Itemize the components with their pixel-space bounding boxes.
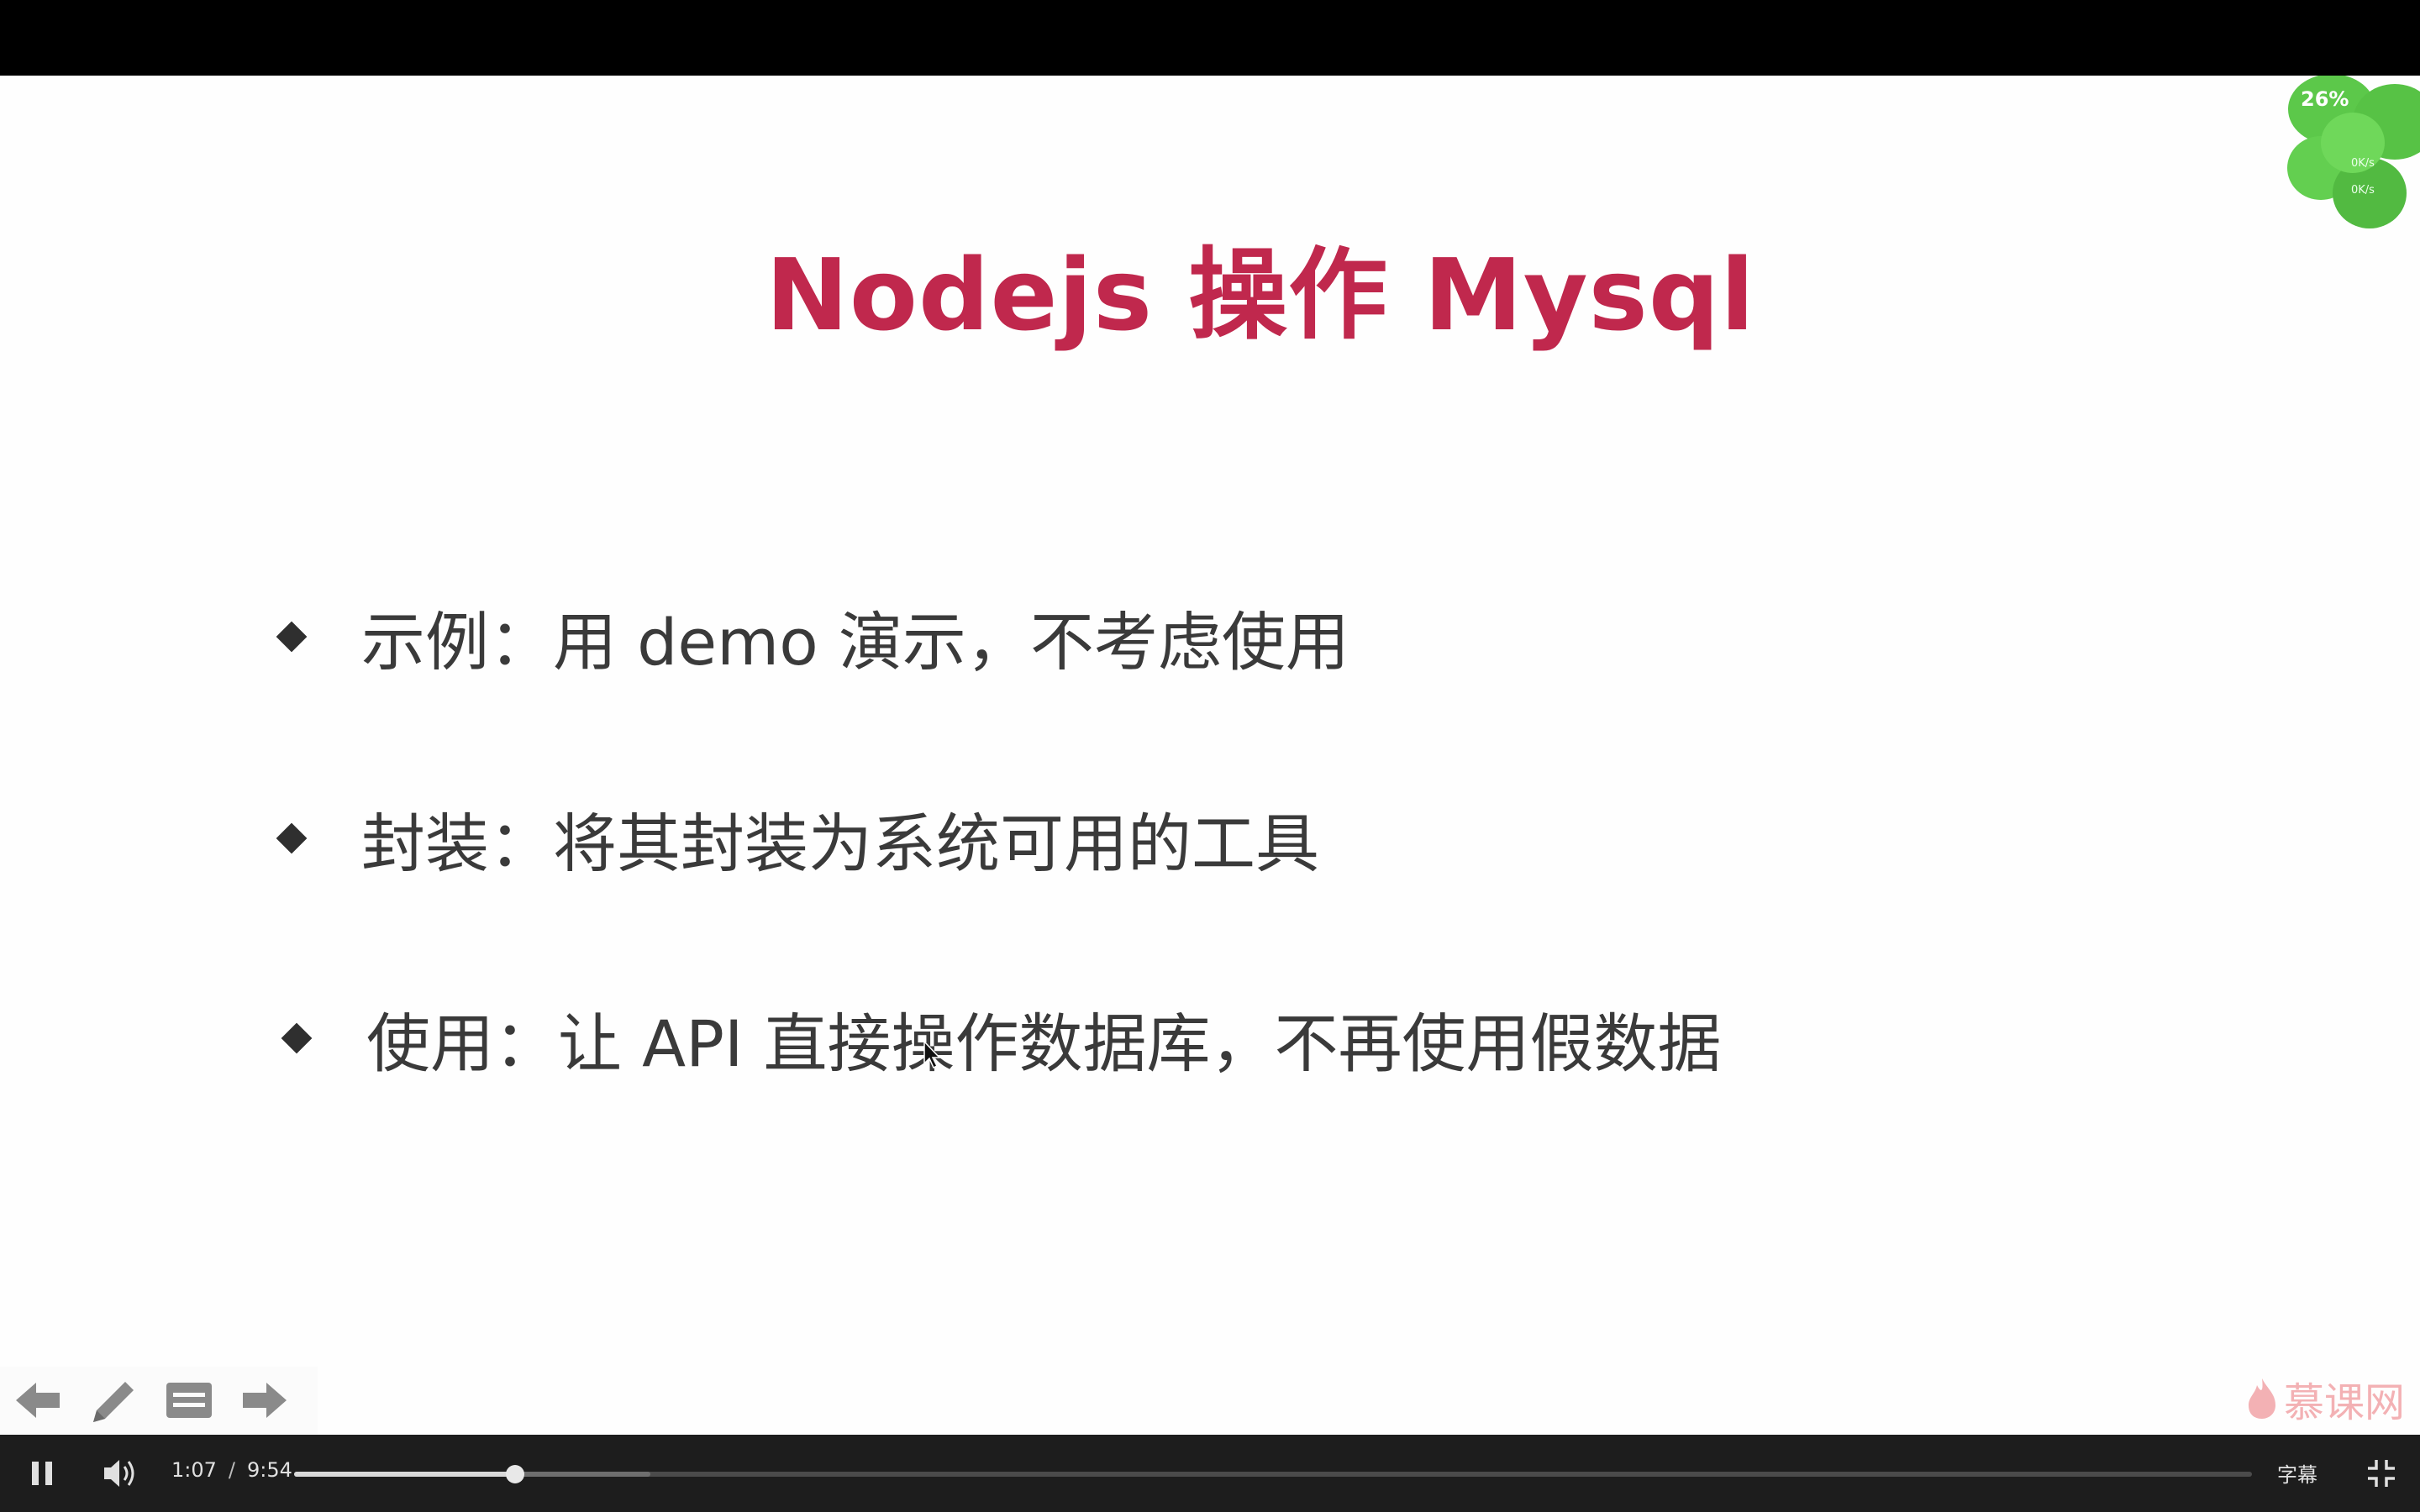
watermark-text: 慕课网 <box>2283 1379 2405 1426</box>
next-slide-button[interactable] <box>227 1367 302 1434</box>
volume-button[interactable] <box>99 1453 141 1494</box>
bullet-text-2: 封装：将其封装为系统可用的工具 <box>361 806 1319 881</box>
video-player-controls: 1:07 / 9:54 字幕 <box>0 1435 2420 1512</box>
widget-up-speed: 0K/s <box>2351 157 2375 170</box>
played-bar <box>294 1472 516 1477</box>
progress-bar[interactable] <box>294 1465 2252 1483</box>
progress-handle[interactable] <box>506 1465 525 1483</box>
exit-fullscreen-icon <box>2368 1460 2395 1487</box>
arrow-left-icon <box>16 1383 60 1418</box>
arrow-right-icon <box>243 1383 287 1418</box>
speaker-icon <box>104 1460 134 1487</box>
network-speed-widget[interactable]: 26% 0K/s 0K/s <box>2252 76 2420 244</box>
pause-icon <box>32 1462 39 1485</box>
flame-logo-icon <box>2248 1378 2275 1419</box>
time-display: 1:07 / 9:54 <box>171 1458 292 1482</box>
exit-fullscreen-button[interactable] <box>2363 1455 2400 1492</box>
bullet-item-2: 封装：将其封装为系统可用的工具 <box>276 796 1319 881</box>
bullet-text-1: 示例：用 demo 演示，不考虑使用 <box>361 605 1349 680</box>
widget-down-speed: 0K/s <box>2351 184 2375 197</box>
subtitle-button[interactable]: 字幕 <box>2277 1458 2317 1488</box>
menu-icon <box>166 1383 212 1418</box>
slide-tools <box>0 1367 318 1434</box>
pen-tool-button[interactable] <box>76 1367 151 1434</box>
duration: 9:54 <box>247 1458 292 1482</box>
site-watermark: 慕课网 <box>2245 1369 2405 1428</box>
bullet-item-1: 示例：用 demo 演示，不考虑使用 <box>276 595 1349 680</box>
diamond-bullet-icon <box>281 1022 313 1054</box>
time-separator: / <box>228 1458 235 1482</box>
current-time: 1:07 <box>171 1458 217 1482</box>
previous-slide-button[interactable] <box>0 1367 76 1434</box>
slide-menu-button[interactable] <box>151 1367 227 1434</box>
widget-percent: 26% <box>2301 87 2349 111</box>
diamond-bullet-icon <box>276 621 308 653</box>
bullet-text-3: 使用：让 API 直接操作数据库，不再使用假数据 <box>366 1006 1722 1081</box>
pencil-icon <box>93 1382 134 1422</box>
top-black-bar <box>0 0 2420 76</box>
slide-title: Nodejs 操作 Mysql <box>765 237 1755 353</box>
mouse-cursor-icon <box>923 1040 941 1069</box>
diamond-bullet-icon <box>276 822 308 854</box>
slide-area: Nodejs 操作 Mysql 示例：用 demo 演示，不考虑使用 封装：将其… <box>0 76 2420 1435</box>
bullet-item-3: 使用：让 API 直接操作数据库，不再使用假数据 <box>281 996 1722 1081</box>
pause-button[interactable] <box>24 1455 60 1492</box>
